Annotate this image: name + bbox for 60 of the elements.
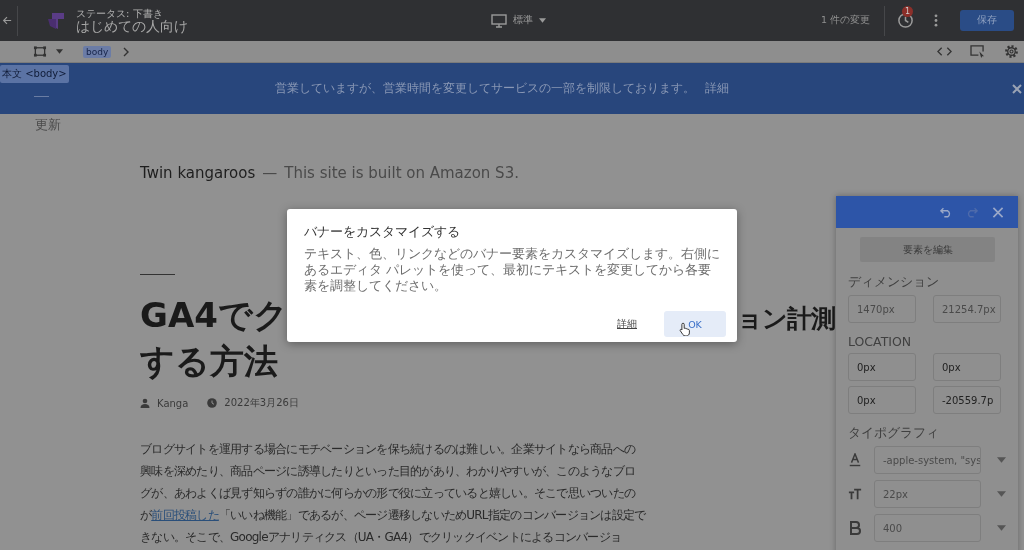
banner-text: 営業していますが、営業時間を変更してサービスの一部を制限しております。 xyxy=(275,80,695,97)
value-field[interactable]: 0px xyxy=(848,353,916,381)
person-icon xyxy=(140,398,150,408)
separator: — xyxy=(262,164,278,182)
monitor-icon[interactable] xyxy=(491,13,507,28)
value-field[interactable]: -apple-system, "sys xyxy=(874,446,981,474)
close-icon[interactable] xyxy=(992,206,1004,218)
author-name[interactable]: Kanga xyxy=(157,397,189,409)
caret-icon[interactable] xyxy=(997,457,1006,463)
close-icon[interactable] xyxy=(1012,83,1022,94)
headline-text: する方法 xyxy=(140,341,278,381)
frame-icon[interactable] xyxy=(33,45,47,58)
font-color-icon xyxy=(848,453,862,467)
code-icon[interactable] xyxy=(937,45,952,58)
clock-icon xyxy=(207,398,218,408)
caret-icon[interactable] xyxy=(539,18,546,23)
more-icon[interactable] xyxy=(934,14,938,27)
banner-link[interactable]: 詳細 xyxy=(705,80,729,97)
ok-button[interactable]: OK xyxy=(664,311,726,337)
experience-title: はじめての人向け xyxy=(76,18,188,34)
article-link[interactable]: 前回投稿した xyxy=(151,508,219,522)
device-selector[interactable]: 標準 xyxy=(513,14,533,27)
value-field[interactable]: 0px xyxy=(848,386,916,414)
notification-badge: 1 xyxy=(902,6,914,17)
chevron-right-icon[interactable] xyxy=(123,46,130,57)
value-field[interactable]: 0px xyxy=(933,353,1001,381)
changes-count: 1 件の変更 xyxy=(820,14,870,27)
site-tagline: This site is built on Amazon S3. xyxy=(284,164,519,182)
element-label: 本文 <body> xyxy=(0,65,69,83)
select-element-icon[interactable] xyxy=(970,45,985,58)
section-label: LOCATION xyxy=(848,334,913,349)
settings-icon[interactable] xyxy=(1003,43,1020,60)
article-paragraph: ブログサイトを運用する場合にモチベーションを保ち続けるのは難しい。企業サイトなら商品への興味を深めたり、商品ページに誘導したりといった目的があり、わかりやすいが、このようなブログが、あわよくば見ず知らずの誰かに何らかの形で役に立っていると嬉しい。そこで思いついたのが前回投稿した「いいね機能」であるが、ページ遷移しないためURL指定のコンバージョンは設定できない。そこで、Googleアナリティクス（UA・GA4）でクリックイベントによるコンバージョ xyxy=(140,441,646,546)
caret-icon[interactable] xyxy=(997,525,1006,531)
caret-icon[interactable] xyxy=(56,49,63,54)
back-arrow-icon[interactable] xyxy=(2,14,12,27)
dialog-title: バナーをカスタマイズする xyxy=(304,223,461,241)
post-date: 2022年3月26日 xyxy=(224,396,299,410)
section-label: ディメンション xyxy=(848,274,940,291)
value-field[interactable]: 400 xyxy=(874,514,981,542)
caret-icon[interactable] xyxy=(997,491,1006,497)
details-link[interactable]: 詳細 xyxy=(617,317,637,331)
logo-icon xyxy=(46,10,66,31)
status-label: ステータス: 下書き xyxy=(76,7,164,19)
history-icon[interactable] xyxy=(897,12,914,29)
headline-text: GA4でク xyxy=(140,294,288,336)
save-button[interactable]: 保存 xyxy=(960,10,1014,31)
value-field[interactable]: -20559.7p xyxy=(933,386,1001,414)
breadcrumb-chip[interactable]: body xyxy=(83,45,112,58)
faded-text: 更新 xyxy=(35,116,61,134)
undo-icon[interactable] xyxy=(940,206,952,218)
site-title[interactable]: Twin kangaroos xyxy=(140,164,256,182)
section-label: タイポグラフィ xyxy=(848,425,940,442)
bold-icon xyxy=(848,521,862,535)
value-field[interactable]: 22px xyxy=(874,480,981,508)
edit-element-button[interactable]: 要素を編集 xyxy=(860,237,995,262)
font-size-icon xyxy=(848,487,862,501)
dialog-message: テキスト、色、リンクなどのバナー要素をカスタマイズします。右側にあるエディタ パレットを使って、最初にテキストを変更してから各要素を調整してください。 xyxy=(304,246,720,294)
headline-text: ョン計測 xyxy=(737,303,835,335)
notice-banner[interactable]: 本文 <body> 営業していますが、営業時間を変更してサービスの一部を制限しております。 詳細 xyxy=(0,63,1024,114)
